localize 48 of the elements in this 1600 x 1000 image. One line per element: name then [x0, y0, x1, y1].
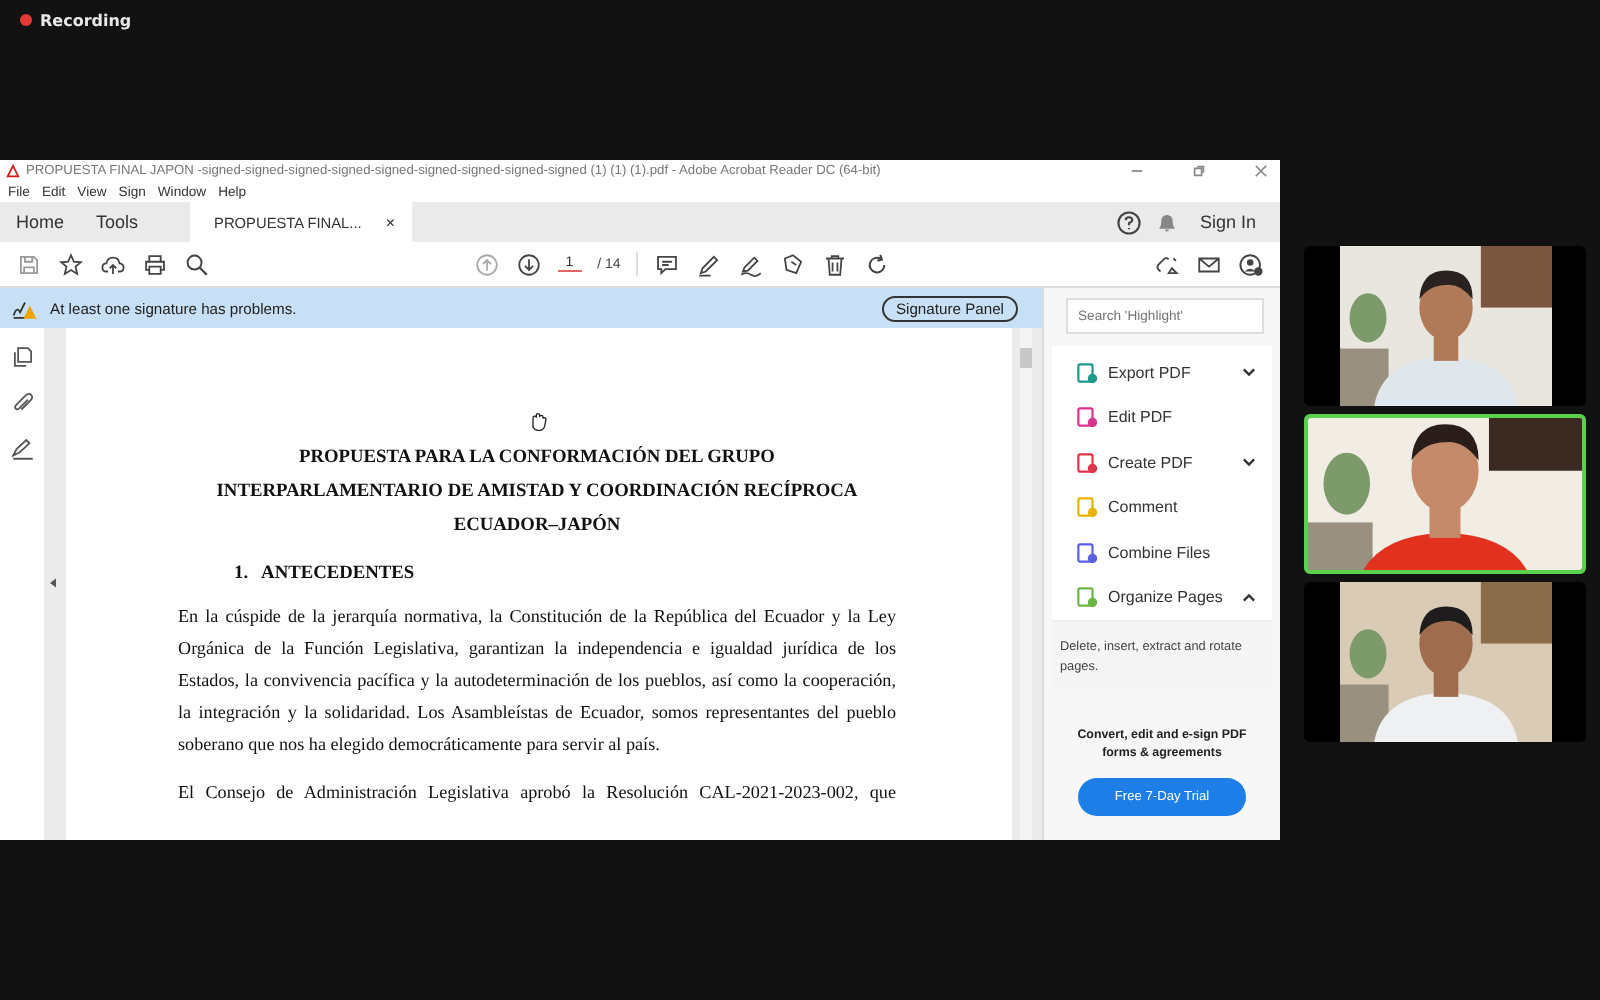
- tool-item[interactable]: Export PDF: [1052, 350, 1272, 395]
- trash-icon[interactable]: [822, 251, 849, 277]
- close-icon[interactable]: [1254, 164, 1268, 178]
- print-icon[interactable]: [142, 251, 168, 277]
- document-title: ECUADOR–JAPÓN: [451, 512, 623, 540]
- save-icon[interactable]: [16, 251, 42, 277]
- minimize-icon[interactable]: [1130, 164, 1144, 178]
- chevron-icon[interactable]: [1242, 591, 1256, 604]
- recording-label: Recording: [40, 11, 132, 29]
- paperclip-icon[interactable]: [9, 390, 35, 416]
- scrollbar[interactable]: [1020, 328, 1032, 840]
- tool-item[interactable]: Combine Files: [1052, 530, 1272, 575]
- sign-in-link[interactable]: Sign In: [1191, 212, 1280, 232]
- document-title: PROPUESTA PARA LA CONFORMACIÓN DEL GRUPO: [297, 444, 777, 472]
- document-title: INTERPARLAMENTARIO DE AMISTAD Y COORDINACIÓN RECÍPROCA: [214, 478, 860, 506]
- section-heading: 1. ANTECEDENTES: [234, 564, 417, 584]
- next-page-icon[interactable]: [515, 251, 542, 277]
- chevron-icon[interactable]: [1242, 366, 1256, 379]
- tab[interactable]: Home: [0, 202, 81, 242]
- rotate-icon[interactable]: [864, 251, 891, 277]
- zoom-icon[interactable]: [184, 251, 210, 277]
- tool-item[interactable]: Organize Pages: [1052, 575, 1272, 620]
- cloud-upload-icon[interactable]: [100, 251, 126, 277]
- link-sign-icon[interactable]: [1154, 251, 1180, 277]
- bell-icon[interactable]: [1153, 209, 1180, 235]
- hand-cursor-icon: [527, 412, 547, 432]
- tool-item[interactable]: Edit PDF: [1052, 395, 1272, 440]
- star-icon[interactable]: [58, 251, 84, 277]
- tool-item[interactable]: Comment: [1052, 485, 1272, 530]
- add-user-icon[interactable]: [1238, 251, 1264, 277]
- tool-item[interactable]: Create PDF: [1052, 440, 1272, 485]
- help-icon[interactable]: [1115, 209, 1142, 235]
- collapse-left-icon[interactable]: [50, 578, 56, 588]
- pen-icon[interactable]: [696, 251, 723, 277]
- video-tile[interactable]: [1304, 582, 1586, 742]
- signature-icon[interactable]: [9, 436, 35, 462]
- stamp-icon[interactable]: [780, 251, 807, 277]
- chevron-icon[interactable]: [1242, 456, 1256, 469]
- document-paragraph: En la cúspide de la jerarquía normativa, la Constitución de la República del Ecuador y la Ley Orgánica de la Función Legislativa, garantizan la independencia e igualdad jurídica de los Estados, la convivencia pacífica y la autodeterminación de los pueblos, así como la cooperación, la integración y la solidaridad. Los Asambleístas de Ecuador, somos representantes del pueblo soberano que nos ha elegido democráticamente para servir al país.: [178, 604, 896, 758]
- restore-icon[interactable]: [1192, 164, 1206, 178]
- comment-icon[interactable]: [654, 251, 681, 277]
- recording-dot-icon: [20, 14, 32, 26]
- pdf-app-icon: [6, 164, 20, 178]
- document-paragraph: El Consejo de Administración Legislativa aprobó la Resolución CAL-2021-2023-002, que: [178, 780, 896, 806]
- sign-icon[interactable]: [738, 251, 765, 277]
- video-tile[interactable]: [1304, 246, 1586, 406]
- pages-icon[interactable]: [9, 344, 35, 370]
- tab[interactable]: Tools: [80, 202, 155, 242]
